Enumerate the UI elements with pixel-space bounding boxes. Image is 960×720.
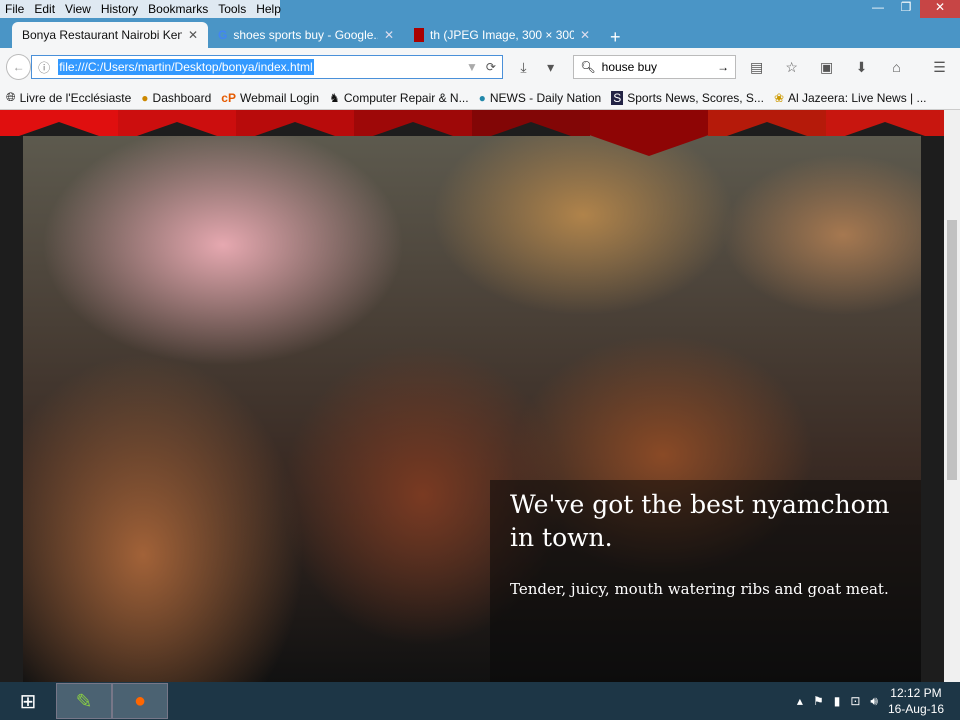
sports-icon: S [611, 90, 624, 105]
url-text[interactable]: file:///C:/Users/martin/Desktop/bonya/in… [58, 59, 314, 75]
bookmarks-list-icon[interactable]: ▣ [812, 59, 841, 76]
tab-title: Bonya Restaurant Nairobi Ken... [22, 28, 182, 42]
hero-heading: We've got the best nyamchom in town. [510, 490, 890, 552]
restore-button[interactable]: ❐ [892, 0, 920, 18]
scrollbar-thumb[interactable] [947, 220, 957, 480]
tab-jpeg[interactable]: th (JPEG Image, 300 × 300 ... ✕ [404, 22, 600, 48]
minimize-button[interactable]: — [864, 0, 892, 18]
dropdown-icon[interactable]: ▼ [466, 60, 478, 74]
window-controls: — ❐ ✕ [864, 0, 960, 18]
close-tab-icon[interactable]: ✕ [188, 28, 198, 42]
page-scrollbar[interactable] [944, 110, 960, 682]
nav-bar: ← ⓘ file:///C:/Users/martin/Desktop/bony… [0, 48, 960, 86]
bookmark-label: Webmail Login [239, 90, 320, 105]
tab-title: th (JPEG Image, 300 × 300 ... [430, 28, 574, 42]
banner-segment [0, 110, 118, 136]
search-icon: 🔍︎ [580, 60, 596, 74]
bookmark-item[interactable]: ● NEWS - Daily Nation [479, 91, 602, 105]
close-window-button[interactable]: ✕ [920, 0, 960, 18]
menu-edit[interactable]: Edit [34, 2, 55, 16]
banner-segment [826, 110, 944, 136]
close-tab-icon[interactable]: ✕ [580, 28, 590, 42]
repair-icon: ♞ [329, 90, 340, 105]
menu-tools[interactable]: Tools [218, 2, 246, 16]
system-tray: ▴ ⚑ ▮ ⊡ 🔊︎ 12:12 PM 16-Aug-16 [797, 685, 960, 717]
flag-icon[interactable]: ⚑ [813, 694, 824, 708]
search-input[interactable]: 🔍︎ house buy → [573, 55, 737, 79]
url-bar[interactable]: ⓘ file:///C:/Users/martin/Desktop/bonya/… [31, 55, 503, 79]
hero-caption: We've got the best nyamchom in town. Ten… [490, 480, 921, 682]
aljazeera-icon: ❀ [773, 90, 784, 105]
tab-google[interactable]: Gshoes sports buy - Google... ✕ [208, 22, 404, 48]
download-icon[interactable]: ⤓ [509, 59, 538, 76]
hamburger-menu-icon[interactable]: ☰ [925, 59, 954, 76]
bookmark-label: Al Jazeera: Live News | ... [788, 90, 927, 105]
image-icon [414, 28, 424, 42]
back-button[interactable]: ← [6, 54, 32, 80]
taskbar: ⊞ ✎ ● ▴ ⚑ ▮ ⊡ 🔊︎ 12:12 PM 16-Aug-16 [0, 682, 960, 720]
battery-icon[interactable]: ▮ [834, 694, 841, 708]
notepad-app-icon[interactable]: ✎ [56, 683, 112, 719]
start-button[interactable]: ⊞ [0, 683, 56, 719]
tab-strip: Bonya Restaurant Nairobi Ken... ✕ Gshoes … [12, 22, 631, 48]
menu-view[interactable]: View [65, 2, 91, 16]
network-icon[interactable]: ⊡ [850, 694, 860, 708]
banner-segment [472, 110, 590, 136]
menu-bookmarks[interactable]: Bookmarks [148, 2, 208, 16]
bookmark-item[interactable]: ❀ Al Jazeera: Live News | ... [774, 91, 927, 105]
bookmark-label: NEWS - Daily Nation [489, 90, 602, 105]
tab-bonya[interactable]: Bonya Restaurant Nairobi Ken... ✕ [12, 22, 208, 48]
google-icon: G [218, 28, 228, 42]
close-tab-icon[interactable]: ✕ [384, 28, 394, 42]
bookmark-item[interactable]: cP Webmail Login [221, 91, 319, 105]
banner-segment [236, 110, 354, 136]
show-hidden-icons[interactable]: ▴ [797, 694, 803, 708]
download-menu-icon[interactable]: ▾ [544, 59, 558, 76]
bookmark-item[interactable]: ● Dashboard [141, 91, 211, 105]
bookmark-label: Computer Repair & N... [343, 90, 469, 105]
cpanel-icon: cP [221, 90, 236, 105]
search-text[interactable]: house buy [602, 60, 657, 74]
banner-segment [708, 110, 826, 136]
reader-icon[interactable]: ▤ [742, 59, 771, 76]
menu-history[interactable]: History [101, 2, 138, 16]
menu-help[interactable]: Help [256, 2, 281, 16]
bookmark-item[interactable]: S Sports News, Scores, S... [611, 90, 764, 105]
bookmark-label: Dashboard [152, 90, 212, 105]
hero-text: Tender, juicy, mouth watering ribs and g… [510, 580, 889, 598]
home-icon[interactable]: ⌂ [882, 59, 911, 75]
bookmark-label: Sports News, Scores, S... [627, 90, 764, 105]
bookmark-star-icon[interactable]: ☆ [777, 59, 806, 76]
bookmark-item[interactable]: ♞ Computer Repair & N... [329, 91, 468, 105]
globe-icon: 🌐︎ [6, 90, 16, 104]
banner-segment [354, 110, 472, 136]
clock-date: 16-Aug-16 [887, 702, 944, 716]
volume-icon[interactable]: 🔊︎ [870, 694, 878, 709]
new-tab-button[interactable]: + [600, 27, 631, 48]
banner-segment [118, 110, 236, 136]
menu-bar: File Edit View History Bookmarks Tools H… [0, 0, 281, 18]
africa-icon: ● [478, 90, 486, 105]
download-arrow-icon[interactable]: ⬇ [847, 59, 876, 76]
users-icon: ● [141, 90, 149, 105]
clock-time: 12:12 PM [890, 686, 942, 700]
bookmark-item[interactable]: 🌐︎ Livre de l'Ecclésiaste [6, 90, 131, 105]
tab-title: shoes sports buy - Google... [233, 28, 378, 42]
info-icon[interactable]: ⓘ [38, 59, 50, 76]
go-arrow-icon[interactable]: → [717, 60, 729, 74]
red-banner [0, 110, 944, 156]
bookmark-label: Livre de l'Ecclésiaste [19, 90, 132, 105]
firefox-app-icon[interactable]: ● [112, 683, 168, 719]
reload-icon[interactable]: ⟳ [486, 60, 496, 74]
bookmarks-toolbar: 🌐︎ Livre de l'Ecclésiaste ● Dashboard cP We… [0, 86, 960, 110]
web-page: We've got the best nyamchom in town. Ten… [0, 110, 944, 682]
clock[interactable]: 12:12 PM 16-Aug-16 [888, 685, 944, 717]
menu-file[interactable]: File [5, 2, 24, 16]
